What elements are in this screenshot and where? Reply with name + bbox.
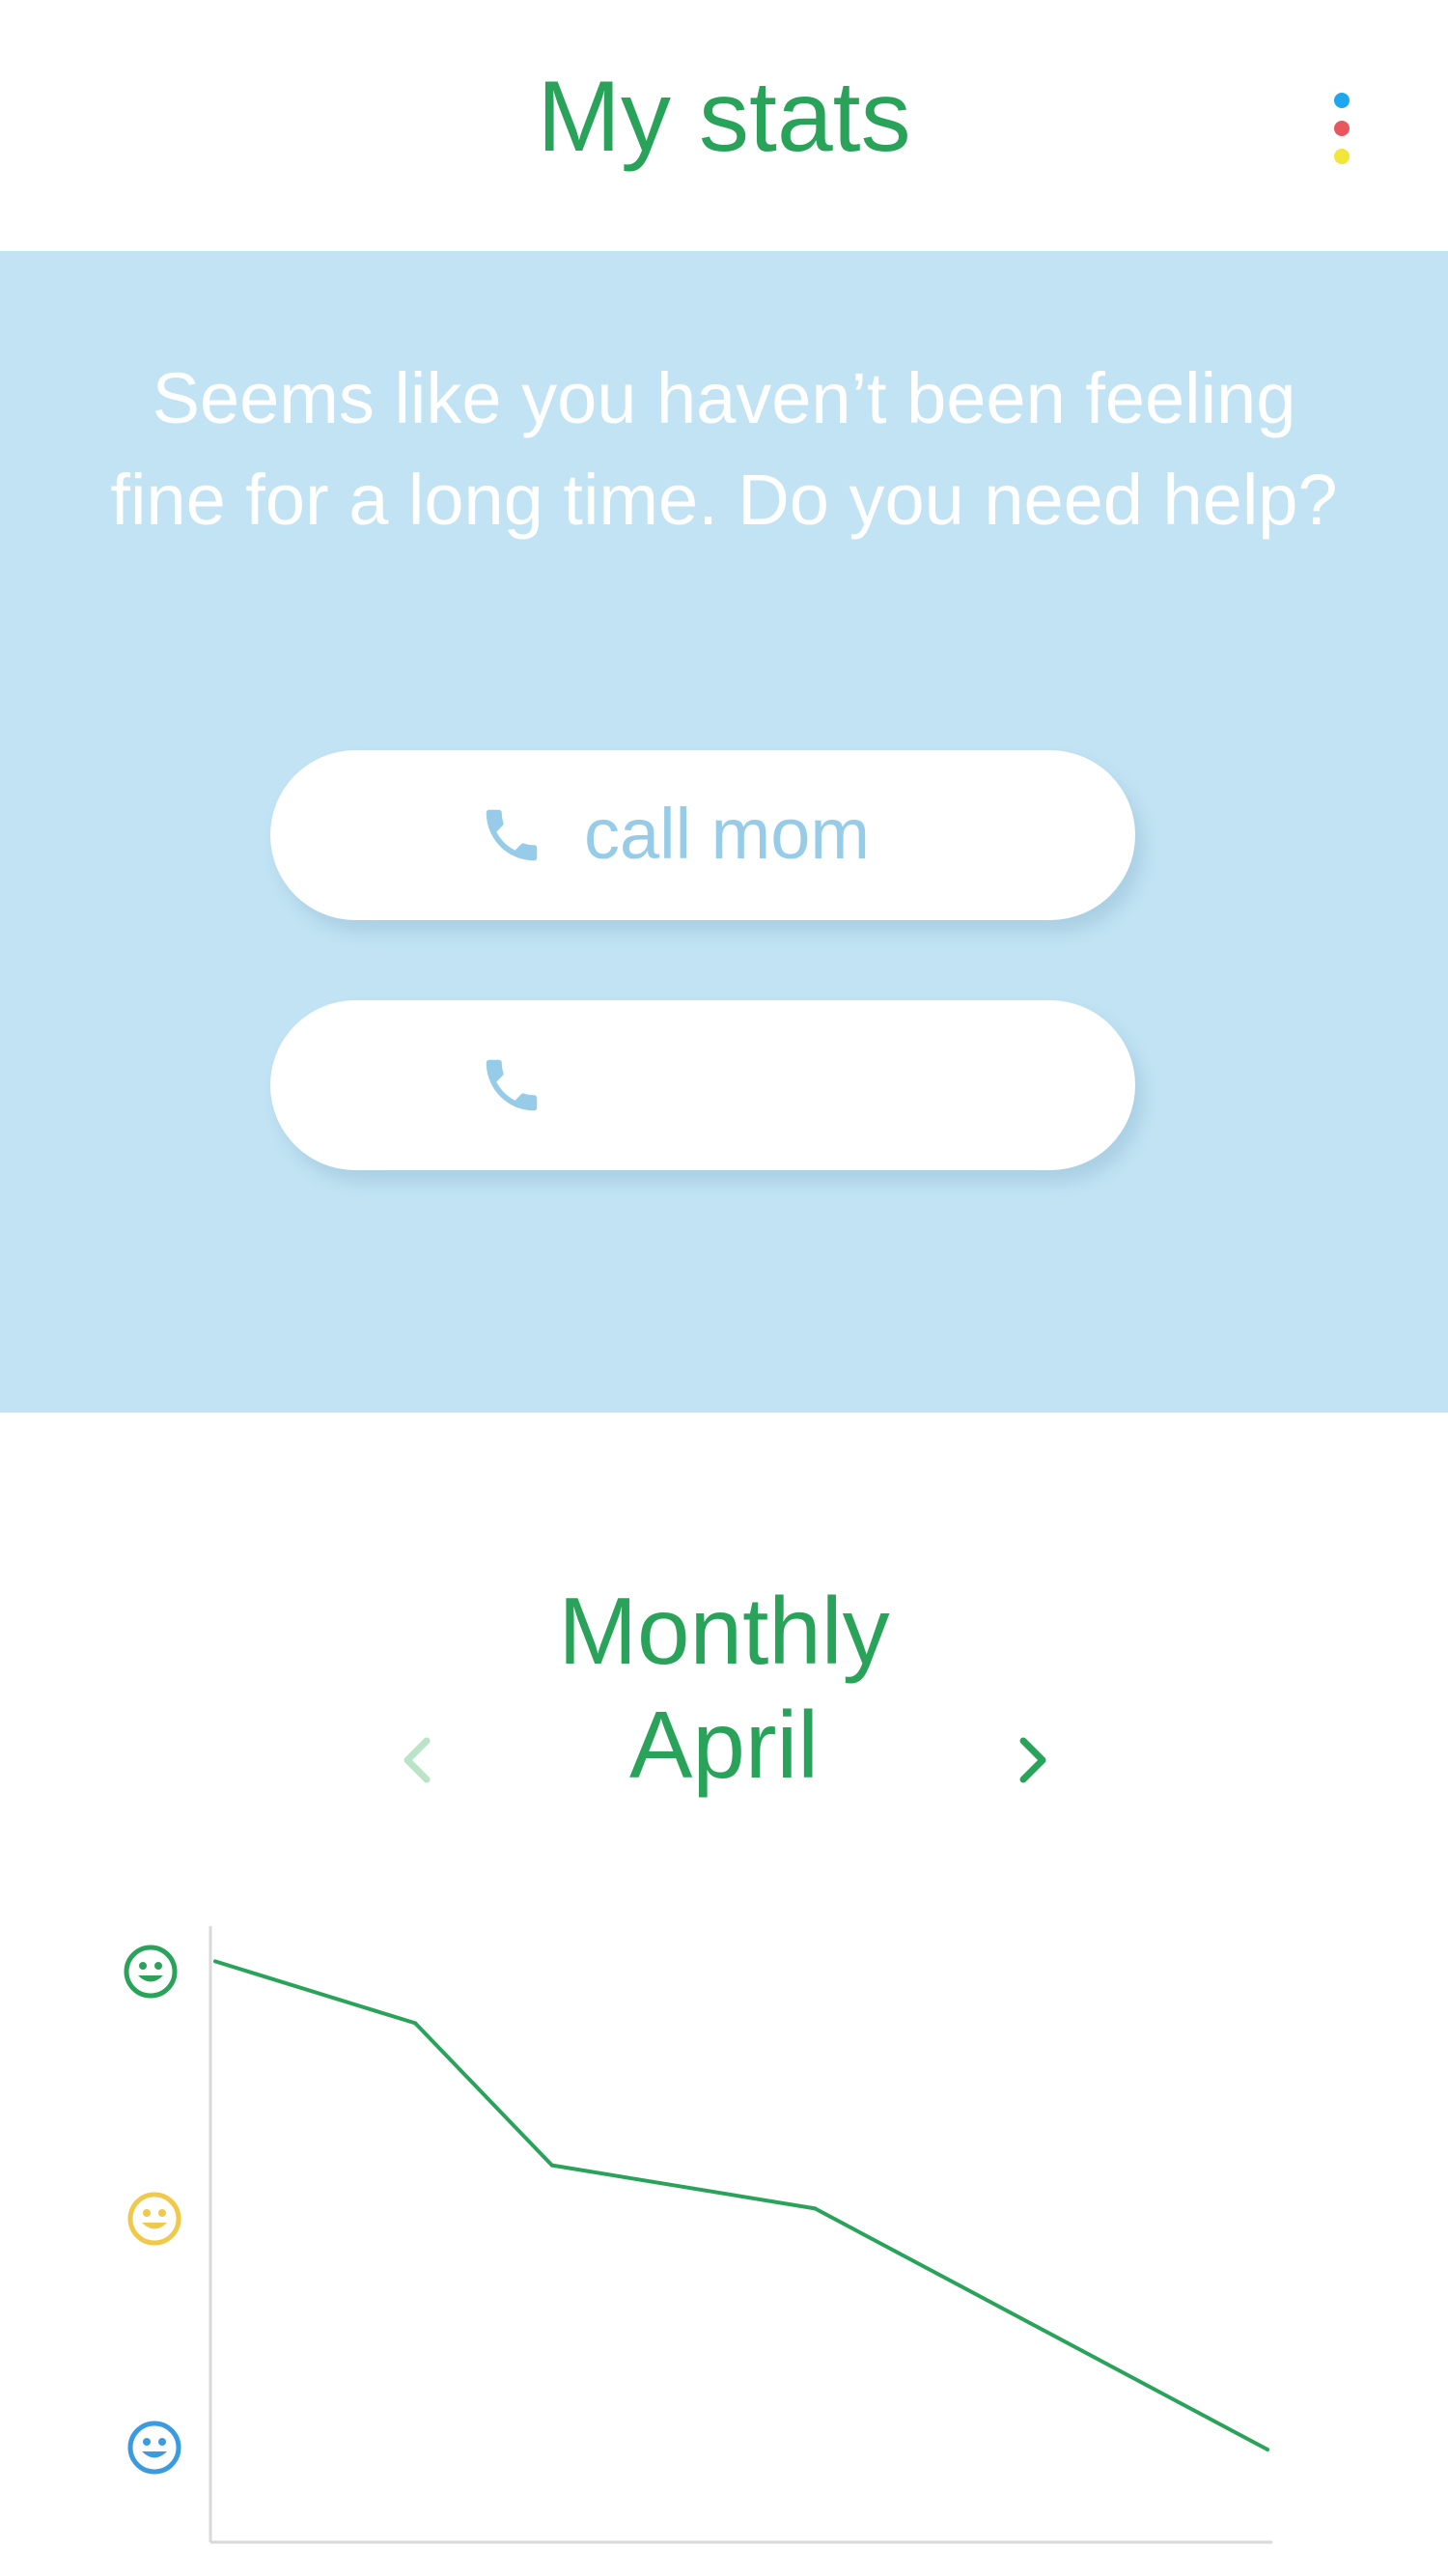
phone-icon bbox=[486, 809, 538, 861]
help-banner: Seems like you haven’t been feeling fine… bbox=[0, 251, 1448, 1413]
call-mom-label: call mom bbox=[584, 794, 871, 874]
chevron-right-icon[interactable] bbox=[1002, 1731, 1060, 1789]
mood-series-line bbox=[214, 1959, 1268, 2451]
mood-chart bbox=[0, 1924, 1448, 2576]
phone-icon bbox=[486, 1059, 538, 1111]
stats-section: Monthly April bbox=[0, 1413, 1448, 2576]
chart-plot bbox=[209, 1926, 1272, 2544]
menu-dot-blue bbox=[1334, 93, 1350, 108]
call-mom-button[interactable]: call mom bbox=[270, 750, 1135, 920]
mood-point bbox=[813, 2206, 818, 2211]
mood-point bbox=[213, 1959, 217, 1964]
menu-dot-red bbox=[1334, 121, 1350, 136]
more-vert-icon[interactable] bbox=[1319, 87, 1365, 174]
mood-point bbox=[549, 2163, 554, 2168]
app-header: My stats bbox=[0, 0, 1448, 251]
menu-dot-yellow bbox=[1334, 149, 1350, 164]
period-label: Monthly bbox=[558, 1578, 890, 1684]
mood-point bbox=[413, 2021, 418, 2026]
mood-point bbox=[1266, 2448, 1269, 2451]
call-button-2[interactable] bbox=[270, 1000, 1135, 1170]
help-message: Seems like you haven’t been feeling fine… bbox=[110, 358, 1338, 540]
chevron-left-icon[interactable] bbox=[390, 1731, 448, 1789]
month-label: April bbox=[628, 1692, 820, 1798]
page-title: My stats bbox=[537, 61, 911, 173]
